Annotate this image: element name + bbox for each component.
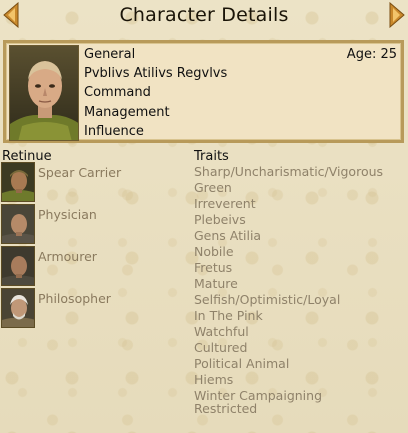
title-bar: Character Details [0,0,408,36]
character-rank: General [84,47,136,62]
trait-item[interactable]: Selfish/Optimistic/Loyal [194,292,383,308]
trait-item[interactable]: Irreverent [194,196,383,212]
retinue-item-physician[interactable]: Physician [1,204,181,246]
window-title: Character Details [119,4,289,26]
retinue-label-physician: Physician [38,207,97,222]
retinue-label-armourer: Armourer [38,249,97,264]
trait-item[interactable]: Gens Atilia [194,228,383,244]
retinue-label-spear-carrier: Spear Carrier [38,165,122,180]
stat-influence[interactable]: Influence [84,122,227,141]
trait-item[interactable]: Mature [194,276,383,292]
traits-list: Sharp/Uncharismatic/Vigorous Green Irrev… [194,164,383,417]
trait-item[interactable]: Fretus [194,260,383,276]
physician-portrait-icon [1,204,35,244]
trait-item[interactable]: Green [194,180,383,196]
character-info-lines: General Pvblivs Atilivs Regvlvs Command … [84,45,227,141]
trait-item[interactable]: Nobile [194,244,383,260]
retinue-item-spear-carrier[interactable]: Spear Carrier [1,162,181,204]
character-info-panel: General Pvblivs Atilivs Regvlvs Command … [3,40,404,143]
character-age: Age: 25 [346,47,397,62]
trait-item[interactable]: Watchful [194,324,383,340]
spear-carrier-portrait-icon [1,162,35,202]
philosopher-portrait-icon [1,288,35,328]
trait-item[interactable]: Cultured [194,340,383,356]
retinue-item-philosopher[interactable]: Philosopher [1,288,181,330]
stat-management[interactable]: Management [84,103,227,122]
trait-item[interactable]: In The Pink [194,308,383,324]
trait-item[interactable]: Sharp/Uncharismatic/Vigorous [194,164,383,180]
trait-item[interactable]: Political Animal [194,356,383,372]
stat-command[interactable]: Command [84,83,227,102]
general-portrait [9,45,79,141]
trait-item[interactable]: Hiems [194,372,383,388]
trait-item[interactable]: Restricted [194,401,383,417]
character-name: Pvblivs Atilivs Regvlvs [84,66,228,82]
armourer-portrait-icon [1,246,35,286]
traits-heading: Traits [194,149,229,164]
retinue-label-philosopher: Philosopher [38,291,111,306]
next-character-arrow-icon[interactable] [386,1,408,29]
retinue-item-armourer[interactable]: Armourer [1,246,181,288]
trait-item[interactable]: Plebeivs [194,212,383,228]
trait-item[interactable]: Winter Campaigning [194,388,383,403]
